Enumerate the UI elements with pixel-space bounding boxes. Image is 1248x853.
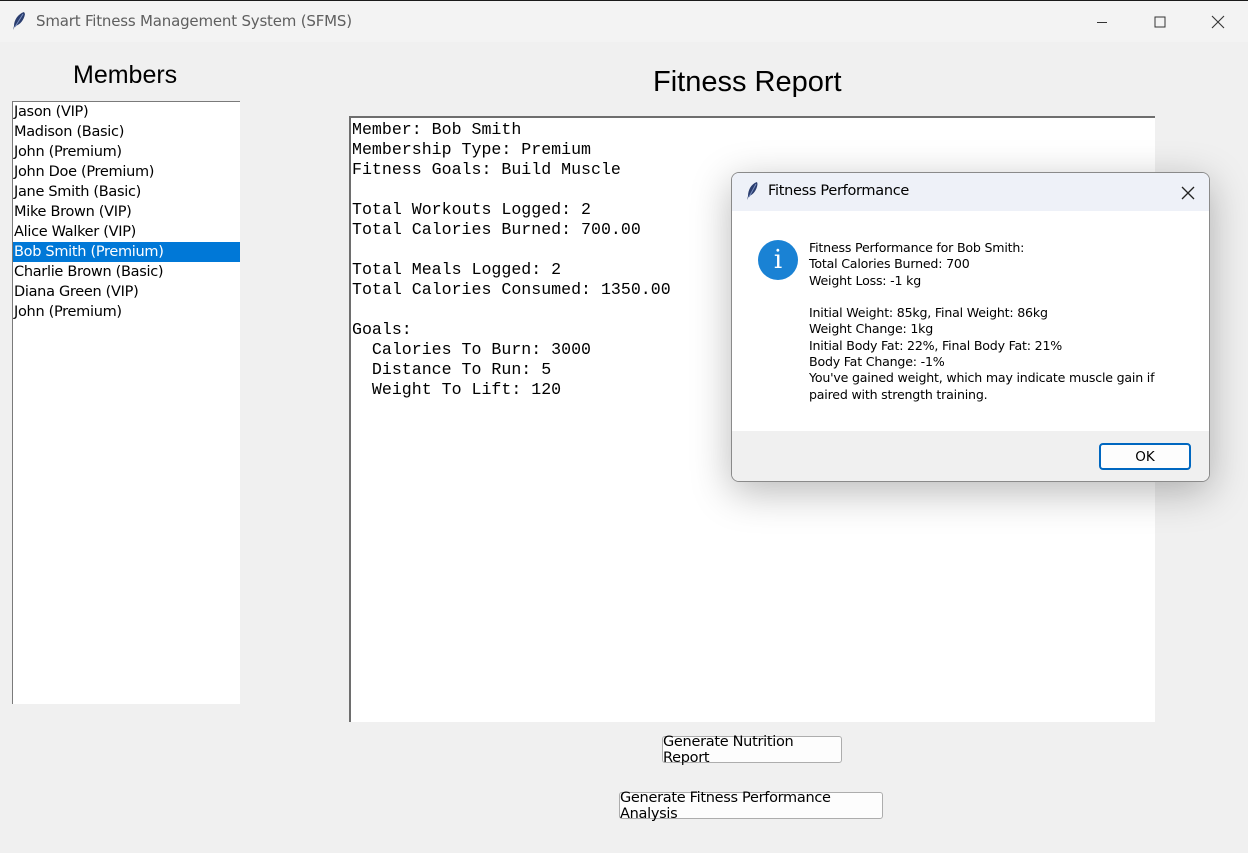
dialog-titlebar: Fitness Performance: [732, 173, 1209, 211]
member-list-item[interactable]: John (Premium): [13, 142, 240, 162]
close-window-button[interactable]: [1189, 1, 1247, 42]
fitness-performance-dialog: Fitness Performance i Fitness Performanc…: [731, 172, 1210, 482]
generate-fitness-analysis-button[interactable]: Generate Fitness Performance Analysis: [619, 790, 883, 822]
member-list-item[interactable]: Mike Brown (VIP): [13, 202, 240, 222]
report-title: Fitness Report: [653, 66, 842, 98]
members-title: Members: [73, 61, 178, 89]
member-list-item[interactable]: Diana Green (VIP): [13, 282, 240, 302]
feather-icon: [13, 12, 25, 30]
minimize-icon: [1097, 21, 1107, 23]
dialog-message: Fitness Performance for Bob Smith: Total …: [809, 240, 1199, 403]
members-listbox[interactable]: Jason (VIP) Madison (Basic) John (Premium)…: [12, 101, 240, 704]
dialog-message-line: [809, 289, 1199, 305]
report-line: Membership Type: Premium: [352, 140, 591, 159]
dialog-message-line: Initial Weight: 85kg, Final Weight: 86kg: [809, 305, 1048, 321]
dialog-message-line: Total Calories Burned: 700: [809, 256, 970, 272]
dialog-title: Fitness Performance: [768, 183, 910, 199]
dialog-message-line: paired with strength training.: [809, 386, 988, 402]
generate-nutrition-report-button[interactable]: Generate Nutrition Report: [662, 734, 842, 766]
member-list-item[interactable]: Jason (VIP): [13, 102, 240, 122]
dialog-message-line: You've gained weight, which may indicate…: [809, 370, 1155, 386]
window-title: Smart Fitness Management System (SFMS): [36, 12, 352, 30]
dialog-message-line: Weight Loss: -1 kg: [809, 272, 921, 288]
member-list-item[interactable]: Alice Walker (VIP): [13, 222, 240, 242]
dialog-message-line: Weight Change: 1kg: [809, 321, 934, 337]
dialog-close-button[interactable]: [1178, 183, 1198, 203]
member-list-item[interactable]: Bob Smith (Premium): [13, 242, 240, 262]
info-icon: i: [758, 240, 798, 280]
member-list-item[interactable]: Charlie Brown (Basic): [13, 262, 240, 282]
member-list-item[interactable]: Madison (Basic): [13, 122, 240, 142]
maximize-icon: [1154, 16, 1166, 27]
dialog-message-line: Body Fat Change: -1%: [809, 354, 945, 370]
feather-icon: [747, 182, 758, 200]
close-icon: [1211, 15, 1225, 28]
ok-button[interactable]: OK: [1099, 443, 1191, 470]
window-titlebar: Smart Fitness Management System (SFMS): [0, 0, 1248, 42]
maximize-button[interactable]: [1131, 1, 1189, 42]
dialog-message-line: Initial Body Fat: 22%, Final Body Fat: 2…: [809, 337, 1063, 353]
member-list-item[interactable]: Jane Smith (Basic): [13, 182, 240, 202]
dialog-message-line: Fitness Performance for Bob Smith:: [809, 240, 1025, 255]
report-line: Member: Bob Smith: [352, 120, 522, 139]
dialog-footer: OK: [732, 431, 1209, 481]
minimize-button[interactable]: [1073, 1, 1131, 42]
member-list-item[interactable]: John Doe (Premium): [13, 162, 240, 182]
member-list-item[interactable]: John (Premium): [13, 302, 240, 322]
